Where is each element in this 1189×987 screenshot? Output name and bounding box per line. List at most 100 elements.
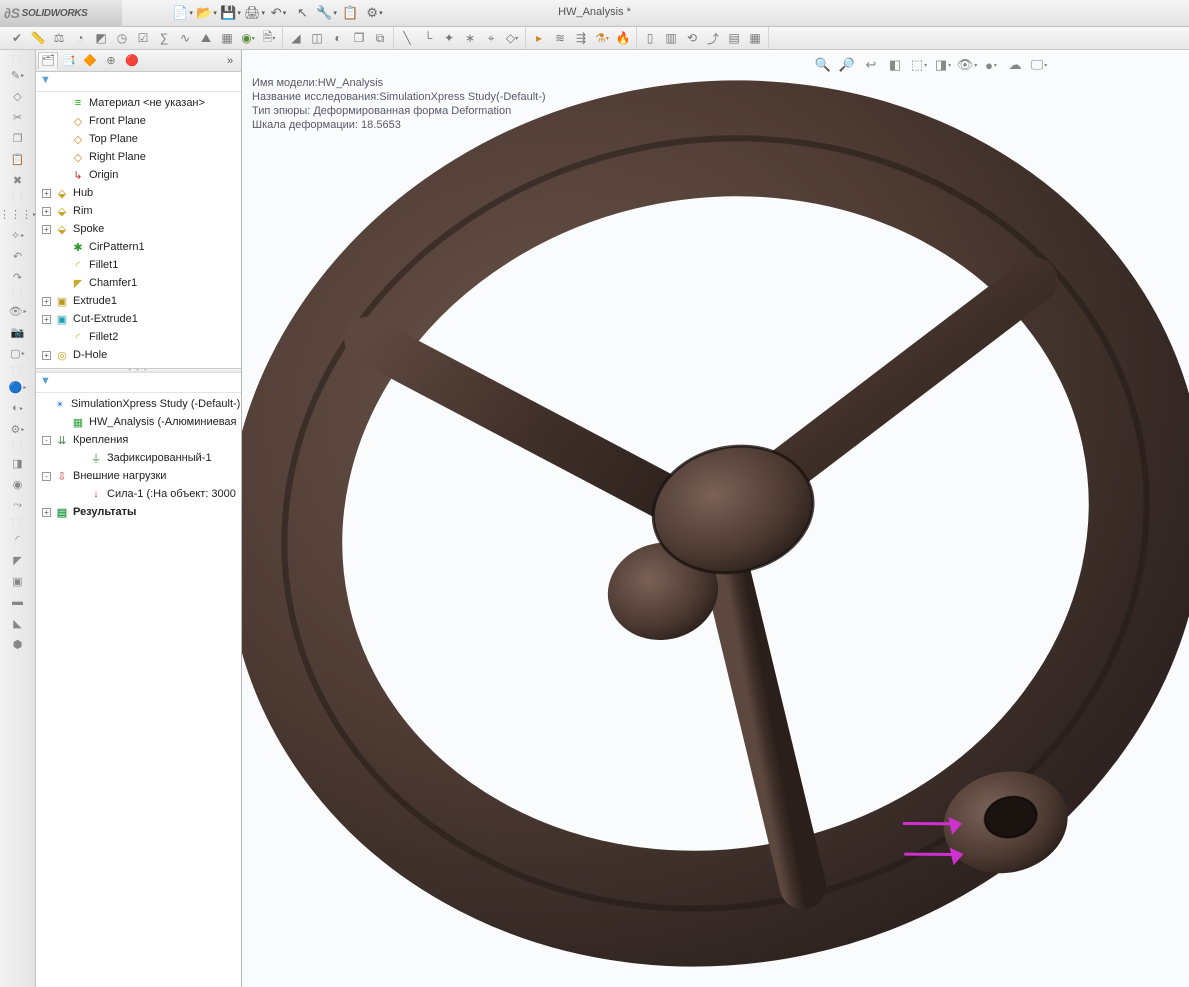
rail-appearance-icon[interactable]: 🔵 (2, 377, 34, 397)
rail-sweep-icon[interactable]: ⤳ (2, 495, 34, 515)
expand-icon[interactable]: + (42, 189, 51, 198)
rail-undo-icon[interactable]: ↶ (2, 246, 34, 266)
collapse-icon[interactable]: - (42, 436, 51, 445)
tree-feat-extrude1[interactable]: +▣Extrude1 (36, 292, 241, 310)
rebuild-button[interactable]: 🔧 (316, 2, 338, 24)
tb-animate-icon[interactable]: ▸ (530, 29, 548, 47)
tree-top-plane[interactable]: ◇Top Plane (36, 130, 241, 148)
tb-spellcheck-icon[interactable]: ✔ (8, 29, 26, 47)
rail-mirror-icon[interactable]: ✧ (2, 225, 34, 245)
undo-button[interactable]: ↶ (268, 2, 290, 24)
rail-cut-icon[interactable]: ✂ (2, 107, 34, 127)
rail-draft-icon[interactable]: ◣ (2, 613, 34, 633)
rail-paste-icon[interactable]: 📋 (2, 149, 34, 169)
sim-load-1[interactable]: ↓Сила-1 (:На объект: 3000 (36, 485, 241, 503)
tree-feat-dhole[interactable]: +◎D-Hole (36, 346, 241, 364)
rail-chamfer-icon[interactable]: ◤ (2, 550, 34, 570)
expand-icon[interactable]: + (42, 207, 51, 216)
fm-tab-display[interactable]: 🔴 (122, 52, 142, 70)
tb-thickness-icon[interactable]: ◫ (308, 29, 326, 47)
tb-point-icon[interactable]: ∗ (461, 29, 479, 47)
open-doc-button[interactable]: 📂 (196, 2, 218, 24)
tree-feat-cutextrude1[interactable]: +▣Cut-Extrude1 (36, 310, 241, 328)
options-button[interactable]: 📋 (340, 2, 362, 24)
tb-compare-icon[interactable]: ⧉ (371, 29, 389, 47)
tree-right-plane[interactable]: ◇Right Plane (36, 148, 241, 166)
tb-copy-icon[interactable]: ❐ (350, 29, 368, 47)
tb-view2-icon[interactable]: ▥ (662, 29, 680, 47)
rail-copy-icon[interactable]: ❐ (2, 128, 34, 148)
tree-feat-spoke[interactable]: +⬙Spoke (36, 220, 241, 238)
sim-fixture-1[interactable]: ⏚Зафиксированный-1 (36, 449, 241, 467)
tb-corner-icon[interactable]: └ (419, 29, 437, 47)
print-button[interactable]: 🖨 (244, 2, 266, 24)
select-button[interactable]: ↖ (292, 2, 314, 24)
expand-icon[interactable]: + (42, 225, 51, 234)
tb-view5-icon[interactable]: ▤ (725, 29, 743, 47)
tree-origin[interactable]: ↳Origin (36, 166, 241, 184)
rail-shell-icon[interactable]: ▣ (2, 571, 34, 591)
tb-xpress-icon[interactable]: 🔥 (614, 29, 632, 47)
graphics-area[interactable]: 🔍 🔎 ↩ ◧ ⬚ ◨ 👁 ● ☁ 🖵 ◂ Имя модели:HW_Anal… (242, 50, 1189, 987)
tb-curves-icon[interactable]: ∿ (176, 29, 194, 47)
tb-sim-icon[interactable]: ⚗ (593, 29, 611, 47)
tb-view3-icon[interactable]: ⟲ (683, 29, 701, 47)
tb-line-icon[interactable]: ╲ (398, 29, 416, 47)
rail-display-icon[interactable]: ▢ (2, 343, 34, 363)
fm-filter-bar[interactable]: ▼ (36, 72, 241, 92)
expand-icon[interactable]: + (42, 351, 51, 360)
tree-feat-hub[interactable]: +⬙Hub (36, 184, 241, 202)
rail-plane-icon[interactable]: ◇ (2, 86, 34, 106)
sim-loads[interactable]: -⇩Внешние нагрузки (36, 467, 241, 485)
tree-feat-rim[interactable]: +⬙Rim (36, 202, 241, 220)
tb-axis-icon[interactable]: ✦ (440, 29, 458, 47)
rail-rib-icon[interactable]: ▬ (2, 592, 34, 612)
fm-tab-config[interactable]: 🔶 (80, 52, 100, 70)
rail-revolve-icon[interactable]: ◉ (2, 474, 34, 494)
rail-camera-icon[interactable]: 📷 (2, 322, 34, 342)
tb-ref-icon[interactable]: ◇ (503, 29, 521, 47)
tb-view4-icon[interactable]: ⤴ (704, 29, 722, 47)
rail-scene-icon[interactable]: ◐ (2, 398, 34, 418)
rail-decal-icon[interactable]: ⚙ (2, 419, 34, 439)
fm-filter-bar-2[interactable]: ▼ (36, 373, 241, 393)
expand-icon[interactable]: + (42, 508, 51, 517)
sim-study[interactable]: ✴SimulationXpress Study (-Default-) (36, 395, 241, 413)
tree-material[interactable]: ≡Материал <не указан> (36, 94, 241, 112)
rail-sketch-icon[interactable]: ✎ (2, 65, 34, 85)
tb-curvature-icon[interactable]: ◉ (239, 29, 257, 47)
rail-fillet-icon[interactable]: ◜ (2, 529, 34, 549)
rail-delete-icon[interactable]: ✖ (2, 170, 34, 190)
tb-massprops-icon[interactable]: ◔ (71, 29, 89, 47)
tb-deviation-icon[interactable]: ⛰ (197, 29, 215, 47)
fm-tab-dim[interactable]: ⊕ (101, 52, 121, 70)
settings-button[interactable]: ⚙ (364, 2, 386, 24)
tb-draft-icon[interactable]: ◢ (287, 29, 305, 47)
tree-feat-fillet1[interactable]: ◜Fillet1 (36, 256, 241, 274)
tree-feat-cirpattern[interactable]: ✱CirPattern1 (36, 238, 241, 256)
tb-docs-icon[interactable]: 🗎 (260, 29, 278, 47)
save-button[interactable]: 💾 (220, 2, 242, 24)
tb-flow-icon[interactable]: ⇶ (572, 29, 590, 47)
tree-front-plane[interactable]: ◇Front Plane (36, 112, 241, 130)
rail-extrude-icon[interactable]: ◨ (2, 453, 34, 473)
rail-dome-icon[interactable]: ⬢ (2, 634, 34, 654)
tb-zebra-icon[interactable]: ▦ (218, 29, 236, 47)
sim-part[interactable]: ▦HW_Analysis (-Алюминиевая (36, 413, 241, 431)
expand-icon[interactable]: + (42, 315, 51, 324)
fm-collapse-button[interactable]: » (221, 52, 239, 70)
fm-tab-property[interactable]: 📑 (59, 52, 79, 70)
tree-feat-fillet2[interactable]: ◜Fillet2 (36, 328, 241, 346)
tb-section-icon[interactable]: ◩ (92, 29, 110, 47)
model-viewport[interactable] (242, 50, 1189, 987)
tb-clock-icon[interactable]: ◷ (113, 29, 131, 47)
rail-pattern-icon[interactable]: ⋮⋮⋮ (2, 204, 34, 224)
tb-view6-icon[interactable]: ▦ (746, 29, 764, 47)
collapse-icon[interactable]: - (42, 472, 51, 481)
tb-stats-icon[interactable]: ∑ (155, 29, 173, 47)
sim-results[interactable]: +▤Результаты (36, 503, 241, 521)
rail-redo-icon[interactable]: ↷ (2, 267, 34, 287)
tb-coord-icon[interactable]: ⌖ (482, 29, 500, 47)
tree-feat-chamfer1[interactable]: ◤Chamfer1 (36, 274, 241, 292)
tb-check-icon[interactable]: ☑ (134, 29, 152, 47)
